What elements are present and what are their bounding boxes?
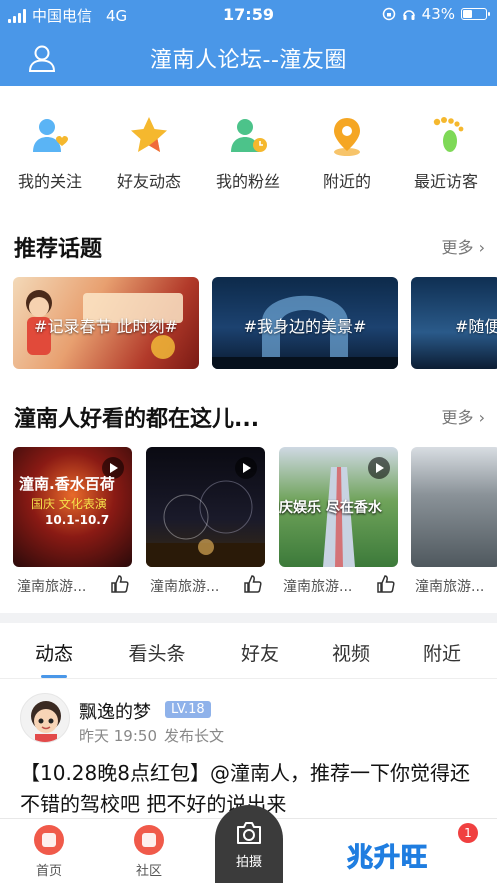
quick-menu-my-fans[interactable]: 我的粉丝 — [203, 108, 293, 192]
home-icon — [34, 825, 64, 855]
video-overlay-date: 10.1-10.7 — [45, 513, 110, 527]
chevron-right-icon: › — [478, 408, 485, 427]
quick-menu-recent-visitors[interactable]: 最近访客 — [401, 108, 491, 192]
video-author: 潼南旅游... — [415, 579, 485, 595]
video-meta: 潼南旅游... — [411, 574, 497, 596]
video-thumbnail[interactable] — [146, 447, 265, 567]
camera-label: 拍摄 — [235, 855, 262, 870]
topic-card[interactable]: #随便 — [411, 277, 497, 369]
videos-section-title: 潼南人好看的都在这儿... — [14, 407, 260, 432]
play-icon — [235, 457, 257, 479]
footprints-icon — [433, 117, 464, 152]
status-bar: 中国电信 4G 17:59 43% — [0, 0, 497, 30]
post-time: 昨天 19:50 — [79, 727, 157, 745]
topic-label: #我身边的美景# — [243, 317, 367, 336]
post-action: 发布长文 — [164, 727, 225, 745]
post-username[interactable]: 飘逸的梦 — [79, 698, 151, 724]
feed-tabs: 动态 看头条 好友 视频 附近 — [0, 623, 497, 679]
thumbs-up-icon[interactable] — [243, 574, 263, 594]
nav-community-label: 社区 — [135, 864, 162, 879]
camera-icon — [237, 822, 261, 844]
quick-menu: 我的关注 好友动态 我的粉丝 附近的 最近访客 — [0, 108, 497, 198]
video-author: 潼南旅游... — [150, 579, 220, 595]
headphones-icon — [402, 10, 415, 20]
camera-button[interactable]: 拍摄 — [215, 805, 283, 883]
video-meta: 潼南旅游... — [279, 574, 398, 596]
status-right: 43% — [382, 5, 490, 23]
tab-nearby[interactable]: 附近 — [397, 639, 487, 666]
video-thumbnail[interactable] — [411, 447, 497, 567]
video-overlay-title: 潼南.香水百荷 — [19, 475, 115, 493]
video-author: 潼南旅游... — [283, 579, 353, 595]
chevron-right-icon: › — [478, 238, 485, 257]
topics-section-title: 推荐话题 — [14, 237, 103, 262]
active-tab-indicator — [41, 675, 67, 678]
play-icon — [368, 457, 390, 479]
top-header-area: 中国电信 4G 17:59 43% 潼南人论坛--潼友圈 — [0, 0, 497, 86]
nav-home[interactable]: 首页 — [19, 825, 79, 879]
videos-more-link[interactable]: 更多 › — [441, 404, 485, 428]
battery-percent: 43% — [421, 5, 455, 23]
follow-user-heart-icon — [33, 119, 68, 152]
topics-more-link[interactable]: 更多 › — [441, 234, 485, 258]
thumbs-up-icon[interactable] — [376, 574, 396, 594]
video-author: 潼南旅游... — [17, 579, 87, 595]
video-overlay-subtitle: 国庆 文化表演 — [31, 497, 107, 511]
tab-videos[interactable]: 视频 — [306, 639, 396, 666]
brand-watermark: 兆升旺 — [346, 843, 429, 874]
battery-fill — [463, 10, 473, 18]
battery-icon — [461, 8, 490, 20]
quick-menu-label: 好友动态 — [116, 172, 181, 191]
video-meta: 潼南旅游... — [146, 574, 265, 596]
notification-badge: 1 — [458, 823, 478, 843]
topic-card[interactable]: #我身边的美景# — [212, 277, 398, 369]
video-overlay-title: 庆娱乐 尽在香水 — [279, 500, 382, 516]
rotation-lock-icon — [382, 7, 395, 21]
topic-label: #随便 — [455, 317, 497, 336]
quick-menu-label: 我的关注 — [17, 172, 82, 191]
location-pin-icon — [334, 118, 360, 156]
video-thumbnail[interactable]: 潼南.香水百荷 国庆 文化表演 10.1-10.7 — [13, 447, 132, 567]
quick-menu-my-follows[interactable]: 我的关注 — [5, 108, 95, 192]
video-meta: 潼南旅游... — [13, 574, 132, 596]
app-header: 潼南人论坛--潼友圈 — [0, 30, 497, 86]
more-label: 更多 — [441, 238, 474, 257]
bottom-nav: 首页 社区 拍摄 兆升旺 1 — [0, 805, 497, 883]
quick-menu-label: 我的粉丝 — [215, 172, 280, 191]
nav-community[interactable]: 社区 — [119, 825, 179, 879]
quick-menu-friend-feed[interactable]: 好友动态 — [104, 108, 194, 192]
fans-user-clock-icon — [231, 119, 267, 152]
page-title: 潼南人论坛--潼友圈 — [150, 48, 347, 73]
tab-feed[interactable]: 动态 — [9, 639, 99, 666]
star-icon — [131, 117, 167, 152]
level-badge: LV.18 — [165, 701, 211, 718]
topic-card[interactable]: #记录春节 此时刻# — [13, 277, 199, 369]
avatar[interactable] — [20, 693, 70, 743]
community-icon — [134, 825, 164, 855]
more-label: 更多 — [441, 408, 474, 427]
quick-menu-label: 最近访客 — [413, 172, 478, 191]
tab-friends[interactable]: 好友 — [215, 639, 305, 666]
video-thumbnail[interactable]: 庆娱乐 尽在香水 — [279, 447, 398, 567]
thumbs-up-icon[interactable] — [110, 574, 130, 594]
tab-headlines[interactable]: 看头条 — [112, 639, 202, 666]
section-divider — [0, 613, 497, 623]
cartoon-avatar-image — [31, 701, 61, 742]
quick-menu-nearby[interactable]: 附近的 — [302, 108, 392, 192]
nav-home-label: 首页 — [35, 864, 62, 879]
topic-label: #记录春节 此时刻# — [34, 317, 178, 336]
quick-menu-label: 附近的 — [322, 172, 371, 191]
